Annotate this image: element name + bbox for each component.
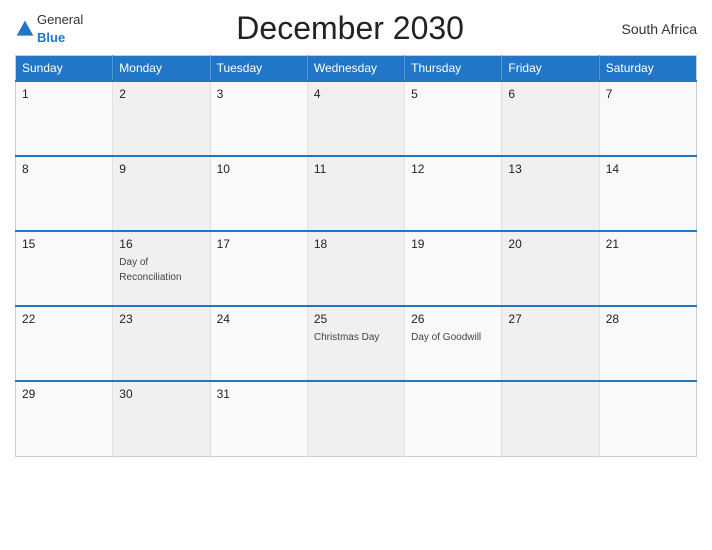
day-number: 13 xyxy=(508,162,592,176)
calendar-cell: 19 xyxy=(405,231,502,306)
day-number: 20 xyxy=(508,237,592,251)
country-label: South Africa xyxy=(617,21,697,37)
calendar-cell: 24 xyxy=(210,306,307,381)
calendar-cell: 16 Day of Reconciliation xyxy=(113,231,210,306)
day-number: 22 xyxy=(22,312,106,326)
day-number: 21 xyxy=(606,237,690,251)
calendar-cell: 31 xyxy=(210,381,307,456)
event-name: Christmas Day xyxy=(314,332,380,343)
event-name: Day of Goodwill xyxy=(411,332,481,343)
calendar-cell: 10 xyxy=(210,156,307,231)
day-number: 10 xyxy=(217,162,301,176)
logo-general: General xyxy=(37,12,83,27)
weekday-header-friday: Friday xyxy=(502,56,599,82)
logo-text: General Blue xyxy=(37,11,83,47)
calendar-cell xyxy=(307,381,404,456)
week-row-2: 89 10 11 12 13 14 xyxy=(16,156,697,231)
day-number: 15 xyxy=(22,237,106,251)
day-number: 16 xyxy=(119,237,203,251)
calendar-container: General Blue December 2030 South Africa … xyxy=(0,0,712,550)
calendar-title: December 2030 xyxy=(83,10,617,47)
week-row-4: 22 23 24 25 Christmas Day 26 Day of Goodwill 27… xyxy=(16,306,697,381)
calendar-cell: 6 xyxy=(502,81,599,156)
day-number: 17 xyxy=(217,237,301,251)
calendar-cell: 29 xyxy=(16,381,113,456)
day-number: 1 xyxy=(22,87,106,101)
calendar-cell: 27 xyxy=(502,306,599,381)
calendar-cell: 14 xyxy=(599,156,696,231)
day-number: 31 xyxy=(217,387,301,401)
weekday-header-row: SundayMondayTuesdayWednesdayThursdayFrid… xyxy=(16,56,697,82)
calendar-cell: 7 xyxy=(599,81,696,156)
calendar-cell: 23 xyxy=(113,306,210,381)
week-row-1: 1234567 xyxy=(16,81,697,156)
day-number: 3 xyxy=(217,87,301,101)
day-number: 29 xyxy=(22,387,106,401)
calendar-cell xyxy=(405,381,502,456)
calendar-cell: 4 xyxy=(307,81,404,156)
weekday-header-wednesday: Wednesday xyxy=(307,56,404,82)
logo-blue: Blue xyxy=(37,30,65,45)
calendar-cell: 8 xyxy=(16,156,113,231)
calendar-cell: 21 xyxy=(599,231,696,306)
day-number: 27 xyxy=(508,312,592,326)
day-number: 14 xyxy=(606,162,690,176)
calendar-cell: 15 xyxy=(16,231,113,306)
day-number: 11 xyxy=(314,162,398,176)
calendar-table: SundayMondayTuesdayWednesdayThursdayFrid… xyxy=(15,55,697,457)
day-number: 28 xyxy=(606,312,690,326)
calendar-cell: 30 xyxy=(113,381,210,456)
calendar-cell: 1 xyxy=(16,81,113,156)
day-number: 6 xyxy=(508,87,592,101)
weekday-header-thursday: Thursday xyxy=(405,56,502,82)
calendar-cell: 22 xyxy=(16,306,113,381)
day-number: 23 xyxy=(119,312,203,326)
day-number: 24 xyxy=(217,312,301,326)
calendar-cell: 26 Day of Goodwill xyxy=(405,306,502,381)
weekday-header-sunday: Sunday xyxy=(16,56,113,82)
calendar-cell: 5 xyxy=(405,81,502,156)
day-number: 19 xyxy=(411,237,495,251)
event-name: Day of Reconciliation xyxy=(119,257,181,283)
day-number: 25 xyxy=(314,312,398,326)
weekday-header-monday: Monday xyxy=(113,56,210,82)
calendar-cell xyxy=(599,381,696,456)
day-number: 18 xyxy=(314,237,398,251)
calendar-cell xyxy=(502,381,599,456)
calendar-cell: 3 xyxy=(210,81,307,156)
calendar-cell: 25 Christmas Day xyxy=(307,306,404,381)
day-number: 2 xyxy=(119,87,203,101)
calendar-header: General Blue December 2030 South Africa xyxy=(15,10,697,47)
calendar-cell: 28 xyxy=(599,306,696,381)
calendar-cell: 17 xyxy=(210,231,307,306)
day-number: 9 xyxy=(119,162,203,176)
logo: General Blue xyxy=(15,11,83,47)
day-number: 30 xyxy=(119,387,203,401)
calendar-cell: 12 xyxy=(405,156,502,231)
weekday-header-saturday: Saturday xyxy=(599,56,696,82)
calendar-cell: 11 xyxy=(307,156,404,231)
week-row-5: 29 30 31 xyxy=(16,381,697,456)
logo-icon xyxy=(15,19,35,39)
day-number: 8 xyxy=(22,162,106,176)
weekday-header-tuesday: Tuesday xyxy=(210,56,307,82)
calendar-cell: 9 xyxy=(113,156,210,231)
day-number: 26 xyxy=(411,312,495,326)
calendar-cell: 18 xyxy=(307,231,404,306)
day-number: 5 xyxy=(411,87,495,101)
day-number: 7 xyxy=(606,87,690,101)
day-number: 12 xyxy=(411,162,495,176)
calendar-cell: 20 xyxy=(502,231,599,306)
calendar-cell: 13 xyxy=(502,156,599,231)
week-row-3: 15 16 Day of Reconciliation 17 18 19 20 21 xyxy=(16,231,697,306)
calendar-cell: 2 xyxy=(113,81,210,156)
day-number: 4 xyxy=(314,87,398,101)
